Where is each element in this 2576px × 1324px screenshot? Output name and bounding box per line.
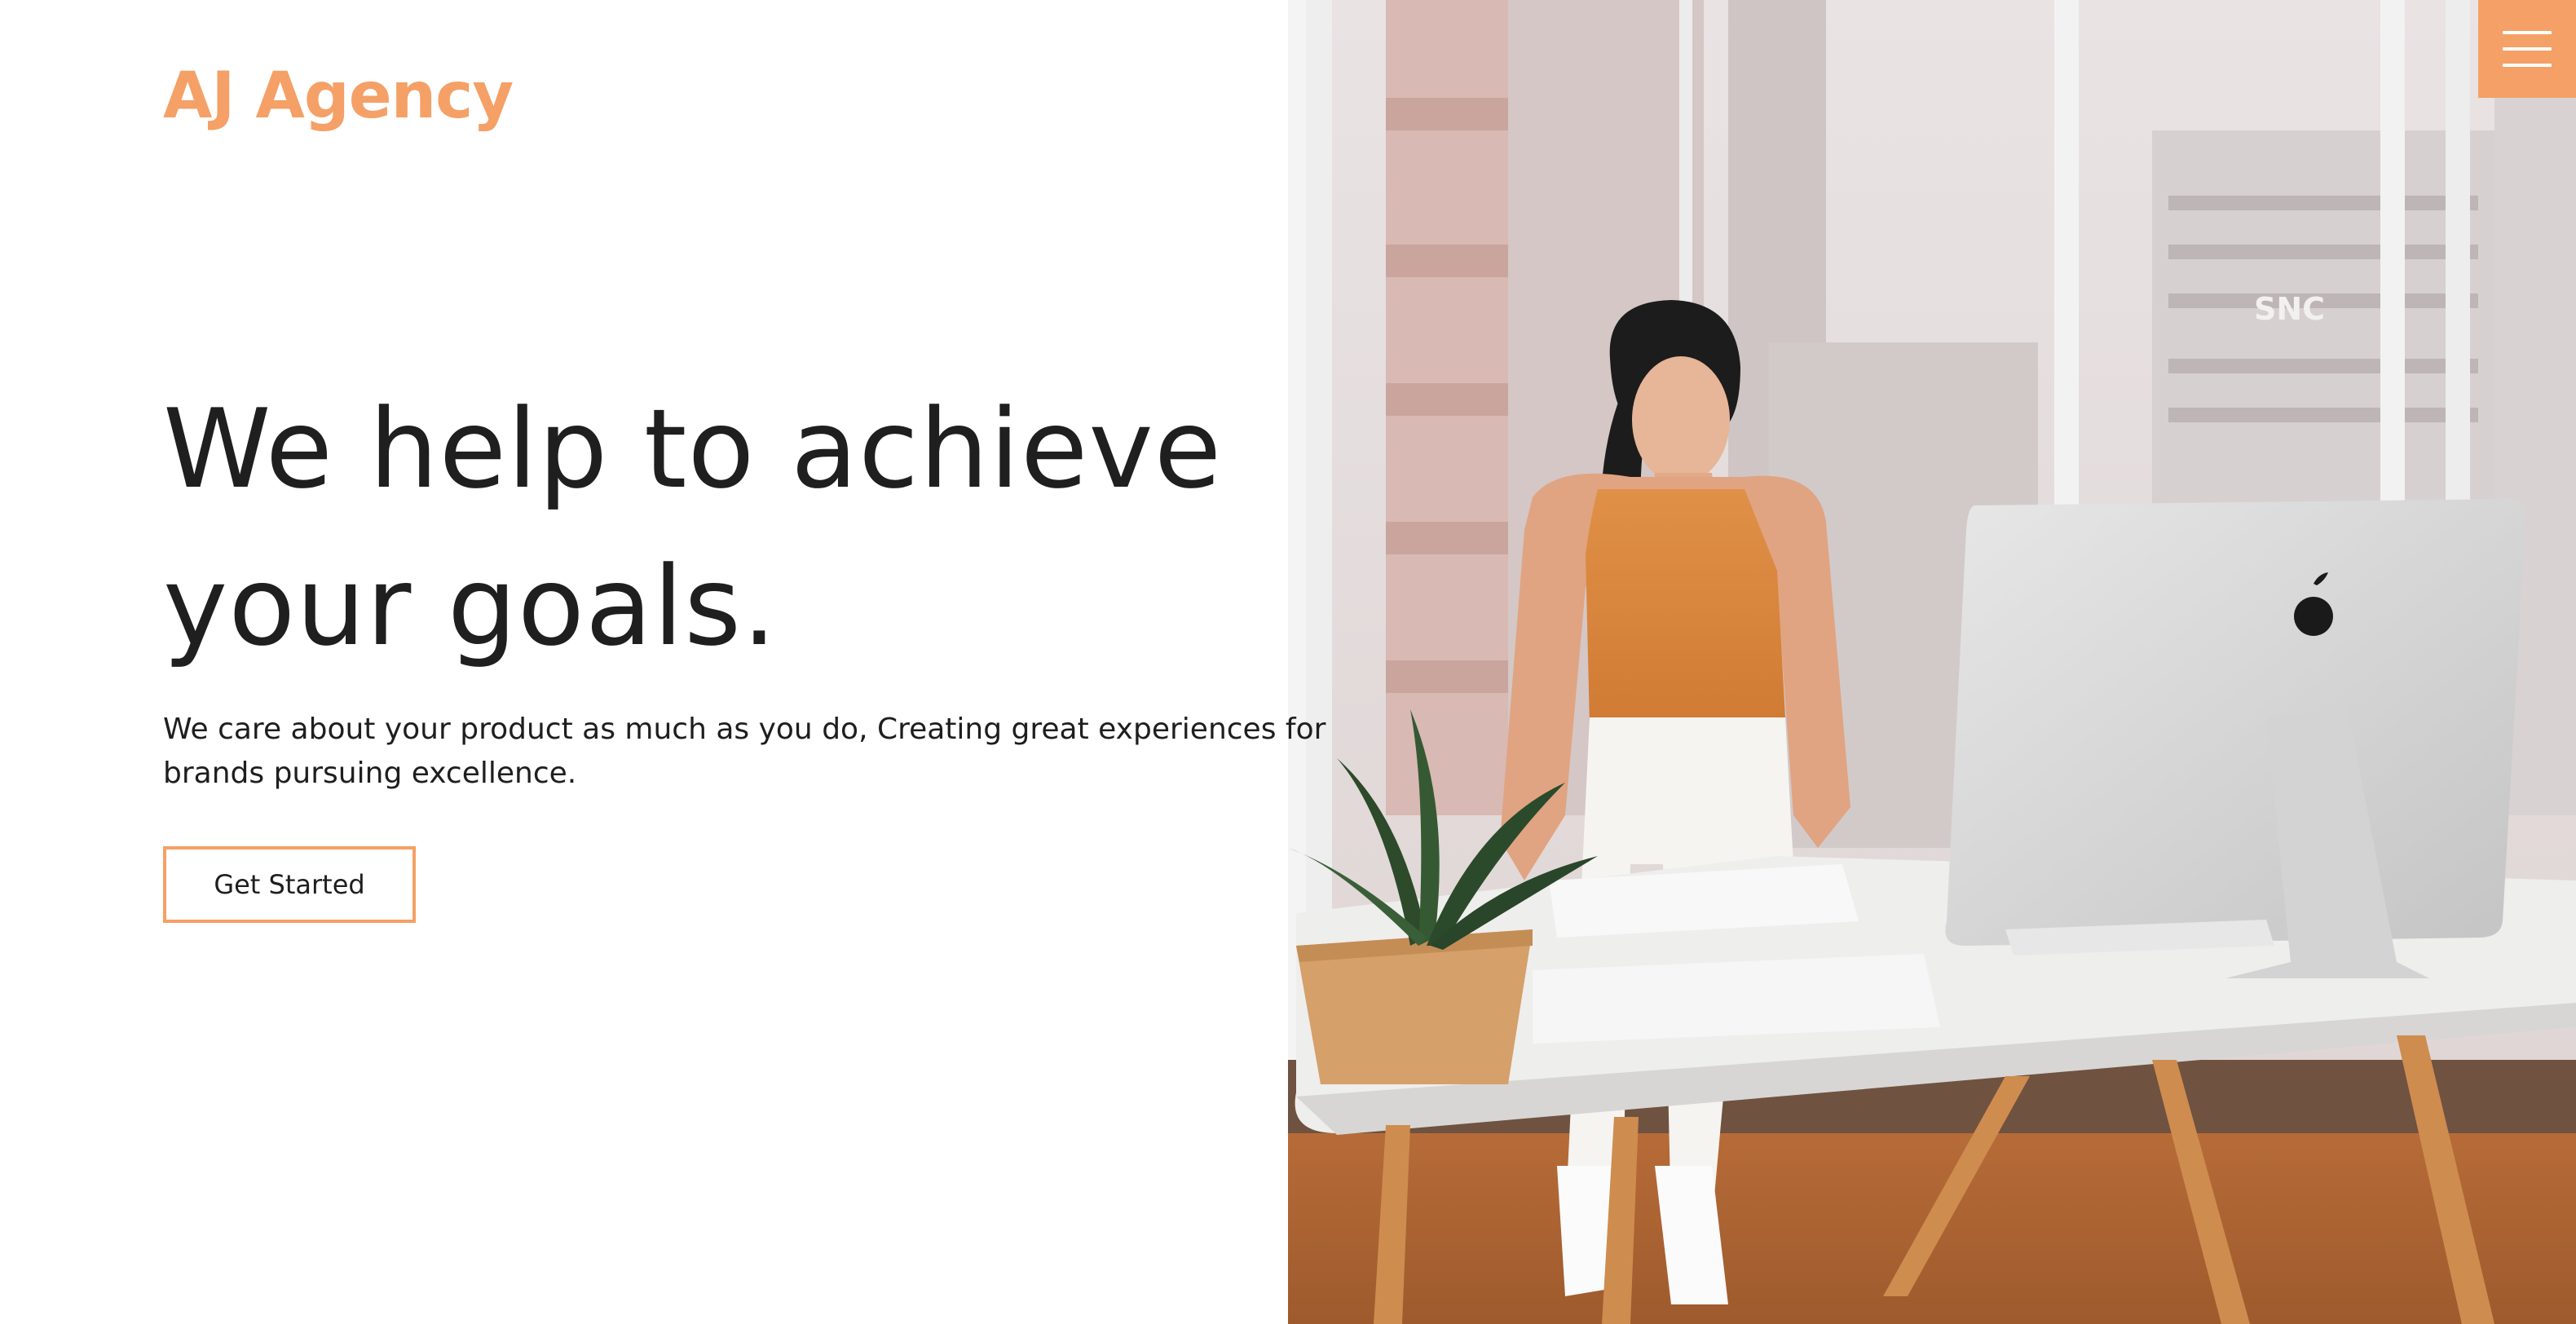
hamburger-icon xyxy=(2503,31,2552,67)
hero-content: AJ Agency We help to achieve your goals.… xyxy=(0,0,1325,1324)
headline-line-2: your goals. xyxy=(163,543,778,670)
logo[interactable]: AJ Agency xyxy=(163,59,514,135)
hero-photo: SNC xyxy=(1288,0,2576,1324)
hero-headline: We help to achieve your goals. xyxy=(163,371,1386,686)
headline-line-1: We help to achieve xyxy=(163,386,1223,513)
subtext-line-1: We care about your product as much as yo… xyxy=(163,713,1326,746)
subtext-line-2: brands pursuing excellence. xyxy=(163,757,577,790)
svg-text:SNC: SNC xyxy=(2254,291,2325,327)
get-started-button[interactable]: Get Started xyxy=(163,846,416,923)
menu-button[interactable] xyxy=(2478,0,2576,98)
hero-subtext: We care about your product as much as yo… xyxy=(163,708,1326,796)
